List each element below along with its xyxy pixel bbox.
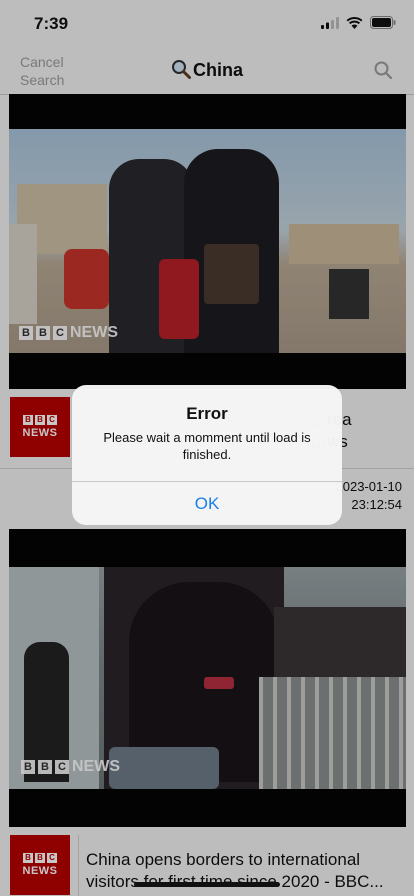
alert-title: Error [186,404,228,423]
ok-button[interactable]: OK [72,482,342,525]
home-indicator[interactable] [134,882,280,887]
alert-message: Please wait a momment until load is fini… [103,430,311,462]
error-alert: Error Please wait a momment until load i… [72,385,342,525]
